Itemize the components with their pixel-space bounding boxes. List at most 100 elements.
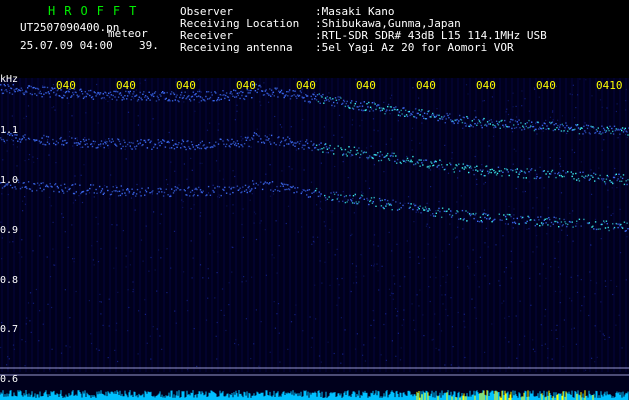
signal-dot	[619, 133, 621, 135]
signal-dot	[117, 195, 120, 197]
signal-dot	[61, 189, 63, 191]
noise-speck	[32, 302, 35, 304]
signal-dot	[283, 96, 285, 99]
signal-dot	[260, 138, 262, 140]
noise-speck	[585, 369, 587, 371]
noise-speck	[83, 164, 85, 166]
noise-speck	[545, 119, 547, 121]
noise-speck	[604, 184, 607, 186]
noise-speck	[90, 333, 92, 335]
signal-dot	[41, 190, 43, 192]
signal-dot	[206, 91, 208, 93]
signal-dot	[603, 129, 606, 131]
signal-dot	[43, 188, 45, 191]
signal-dot	[343, 195, 346, 198]
signal-dot	[621, 227, 624, 229]
noise-speck	[554, 290, 557, 292]
noise-speck	[33, 161, 35, 163]
noise-speck	[182, 145, 184, 147]
noise-speck	[413, 319, 415, 321]
noise-speck	[440, 160, 443, 162]
noise-speck	[575, 107, 577, 109]
noise-speck	[532, 339, 534, 341]
signal-dot	[39, 90, 41, 93]
signal-dot	[495, 120, 498, 122]
signal-dot	[112, 94, 114, 97]
signal-dot	[550, 221, 553, 224]
signal-dot	[320, 142, 322, 144]
signal-dot	[99, 185, 101, 188]
signal-dot	[261, 141, 263, 144]
signal-dot	[126, 95, 129, 97]
signal-dot	[401, 113, 403, 115]
signal-dot	[255, 182, 257, 185]
signal-dot	[288, 89, 291, 91]
noise-speck	[215, 335, 217, 337]
signal-dot	[393, 107, 395, 109]
signal-dot	[313, 143, 315, 145]
signal-dot	[280, 140, 283, 142]
signal-dot	[414, 204, 417, 207]
noise-speck	[317, 236, 319, 238]
noise-speck	[383, 171, 385, 173]
noise-speck	[522, 191, 524, 193]
signal-dot	[60, 184, 62, 187]
noise-speck	[197, 79, 199, 81]
app-title: HROFFT	[48, 4, 146, 18]
noise-speck	[287, 348, 289, 350]
noise-speck	[559, 223, 561, 225]
signal-dot	[275, 143, 277, 146]
noise-speck	[167, 183, 169, 185]
signal-dot	[297, 141, 299, 143]
signal-dot	[425, 159, 428, 161]
signal-dot	[443, 115, 446, 117]
noise-speck	[132, 291, 134, 293]
signal-dot	[87, 146, 89, 148]
signal-dot	[306, 139, 308, 141]
noise-speck	[327, 341, 329, 343]
signal-dot	[188, 186, 190, 188]
signal-dot	[541, 224, 544, 226]
signal-dot	[504, 119, 506, 122]
signal-dot	[623, 129, 626, 131]
signal-dot	[501, 219, 503, 221]
noise-speck	[540, 324, 542, 326]
noise-speck	[350, 155, 352, 157]
signal-dot	[231, 186, 233, 189]
signal-dot	[585, 124, 588, 126]
signal-dot	[517, 176, 519, 178]
noise-speck	[506, 108, 508, 110]
noise-speck	[24, 160, 26, 162]
signal-dot	[481, 221, 483, 223]
noise-speck	[372, 118, 375, 120]
signal-dot	[283, 183, 285, 185]
signal-dot	[222, 140, 224, 142]
noise-speck	[232, 204, 234, 206]
noise-speck	[240, 139, 243, 142]
signal-dot	[124, 141, 126, 144]
signal-dot	[125, 194, 127, 197]
signal-dot	[346, 155, 348, 157]
noise-speck	[356, 333, 358, 335]
signal-dot	[318, 143, 320, 146]
signal-dot	[265, 89, 267, 91]
signal-dot	[72, 93, 75, 96]
noise-speck	[234, 175, 236, 178]
signal-dot	[251, 137, 253, 139]
signal-dot	[464, 122, 466, 124]
signal-dot	[327, 98, 329, 101]
noise-speck	[512, 92, 514, 94]
noise-speck	[191, 169, 193, 171]
noise-speck	[301, 140, 303, 142]
signal-dot	[295, 95, 297, 98]
noise-speck	[92, 259, 94, 261]
signal-dot	[140, 97, 142, 99]
signal-dot	[623, 221, 626, 223]
noise-speck	[413, 221, 415, 223]
signal-dot	[108, 138, 110, 140]
signal-dot	[199, 142, 202, 144]
signal-dot	[110, 141, 113, 143]
signal-dot	[261, 90, 264, 92]
noise-speck	[532, 207, 534, 209]
signal-dot	[316, 94, 319, 96]
